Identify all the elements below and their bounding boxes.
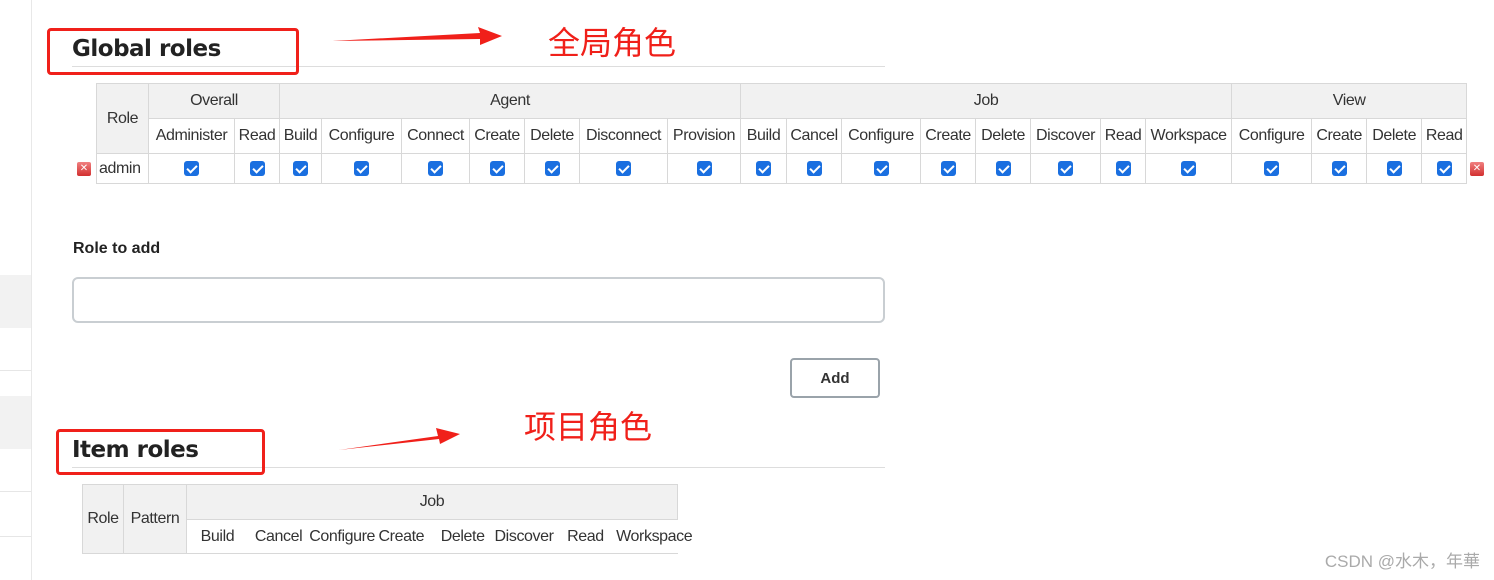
annotation-item: 项目角色 xyxy=(524,409,653,445)
delete-role-icon[interactable]: ✕ xyxy=(1470,162,1484,176)
sidebar-divider xyxy=(0,370,31,371)
role-to-add-label: Role to add xyxy=(73,240,161,257)
permission-checkbox[interactable] xyxy=(489,160,505,176)
permission-checkbox[interactable] xyxy=(1386,160,1402,176)
permission-checkbox[interactable] xyxy=(184,160,199,176)
permission-checkbox[interactable] xyxy=(756,160,772,176)
permission-header: Administer xyxy=(148,118,235,154)
permission-header: Build xyxy=(186,519,248,554)
add-button[interactable]: Add xyxy=(790,358,880,398)
permission-checkbox[interactable] xyxy=(249,160,265,176)
annotation-box xyxy=(56,429,265,475)
annotation-arrow-icon xyxy=(332,27,502,45)
sidebar-item[interactable] xyxy=(0,275,31,328)
annotation-global: 全局角色 xyxy=(548,25,677,61)
permission-header: Read xyxy=(1100,118,1147,154)
permission-header: Workspace xyxy=(616,519,693,554)
permission-checkbox[interactable] xyxy=(354,160,370,176)
group-header: Agent xyxy=(279,83,742,119)
permission-header: Configure xyxy=(841,118,922,154)
permission-header: Delete xyxy=(524,118,581,154)
watermark: CSDN @水木，年華 xyxy=(1324,552,1480,571)
permission-checkbox[interactable] xyxy=(1264,160,1280,176)
permission-header: Create xyxy=(469,118,526,154)
permission-header: Read xyxy=(233,118,281,154)
global-roles-table: Role Overall Agent Job View Administer Read Bui… xyxy=(96,83,1468,184)
permission-header: Disconnect xyxy=(579,118,669,154)
table-row: admin xyxy=(96,153,1468,184)
role-header: Role xyxy=(96,83,149,154)
permission-checkbox[interactable] xyxy=(1115,160,1131,176)
permission-header: Create xyxy=(920,118,977,154)
permission-checkbox[interactable] xyxy=(1181,160,1197,176)
permission-header: Build xyxy=(279,118,323,154)
permission-header: Delete xyxy=(1366,118,1423,154)
permission-header: Connect xyxy=(401,118,471,154)
role-header: Role xyxy=(82,484,124,554)
pattern-header: Pattern xyxy=(123,484,187,554)
permission-checkbox[interactable] xyxy=(616,160,632,176)
permission-header: Delete xyxy=(432,519,494,554)
permission-header: Cancel xyxy=(247,519,310,554)
permission-checkbox[interactable] xyxy=(1331,160,1347,176)
sidebar xyxy=(0,0,32,580)
group-header: Overall xyxy=(147,83,281,119)
sidebar-item[interactable] xyxy=(0,396,31,449)
permission-header: Read xyxy=(554,519,617,554)
permission-checkbox[interactable] xyxy=(544,160,560,176)
permission-checkbox[interactable] xyxy=(293,160,309,176)
permission-header: Create xyxy=(370,519,432,554)
permission-checkbox[interactable] xyxy=(428,160,444,176)
permission-header: Discover xyxy=(493,519,555,554)
permission-checkbox[interactable] xyxy=(1058,160,1074,176)
permission-header: Read xyxy=(1421,118,1468,154)
permission-header: Cancel xyxy=(786,118,843,154)
role-name: admin xyxy=(96,153,149,184)
role-to-add-input[interactable] xyxy=(72,277,885,323)
permission-checkbox[interactable] xyxy=(806,160,822,176)
permission-header: Discover xyxy=(1030,118,1102,154)
permission-checkbox[interactable] xyxy=(873,160,889,176)
delete-role-icon[interactable]: ✕ xyxy=(77,162,91,176)
annotation-arrow-icon xyxy=(339,428,460,450)
permission-header: Configure xyxy=(1231,118,1313,154)
permission-checkbox[interactable] xyxy=(1436,160,1452,176)
permission-header: Delete xyxy=(975,118,1032,154)
annotation-box xyxy=(47,28,299,75)
permission-checkbox[interactable] xyxy=(696,160,712,176)
group-header: Job xyxy=(740,83,1233,119)
group-header: View xyxy=(1231,83,1468,119)
permission-header: Create xyxy=(1311,118,1368,154)
item-roles-table: Role Pattern Job Build Cancel Configure Create… xyxy=(82,484,693,554)
permission-header: Provision xyxy=(667,118,742,154)
permission-checkbox[interactable] xyxy=(940,160,956,176)
permission-header: Workspace xyxy=(1145,118,1233,154)
permission-header: Configure xyxy=(321,118,403,154)
permission-header: Configure xyxy=(309,519,375,554)
permission-header: Build xyxy=(740,118,788,154)
sidebar-divider xyxy=(0,536,31,537)
permission-checkbox[interactable] xyxy=(995,160,1011,176)
sidebar-divider xyxy=(0,491,31,492)
group-header: Job xyxy=(186,484,678,520)
